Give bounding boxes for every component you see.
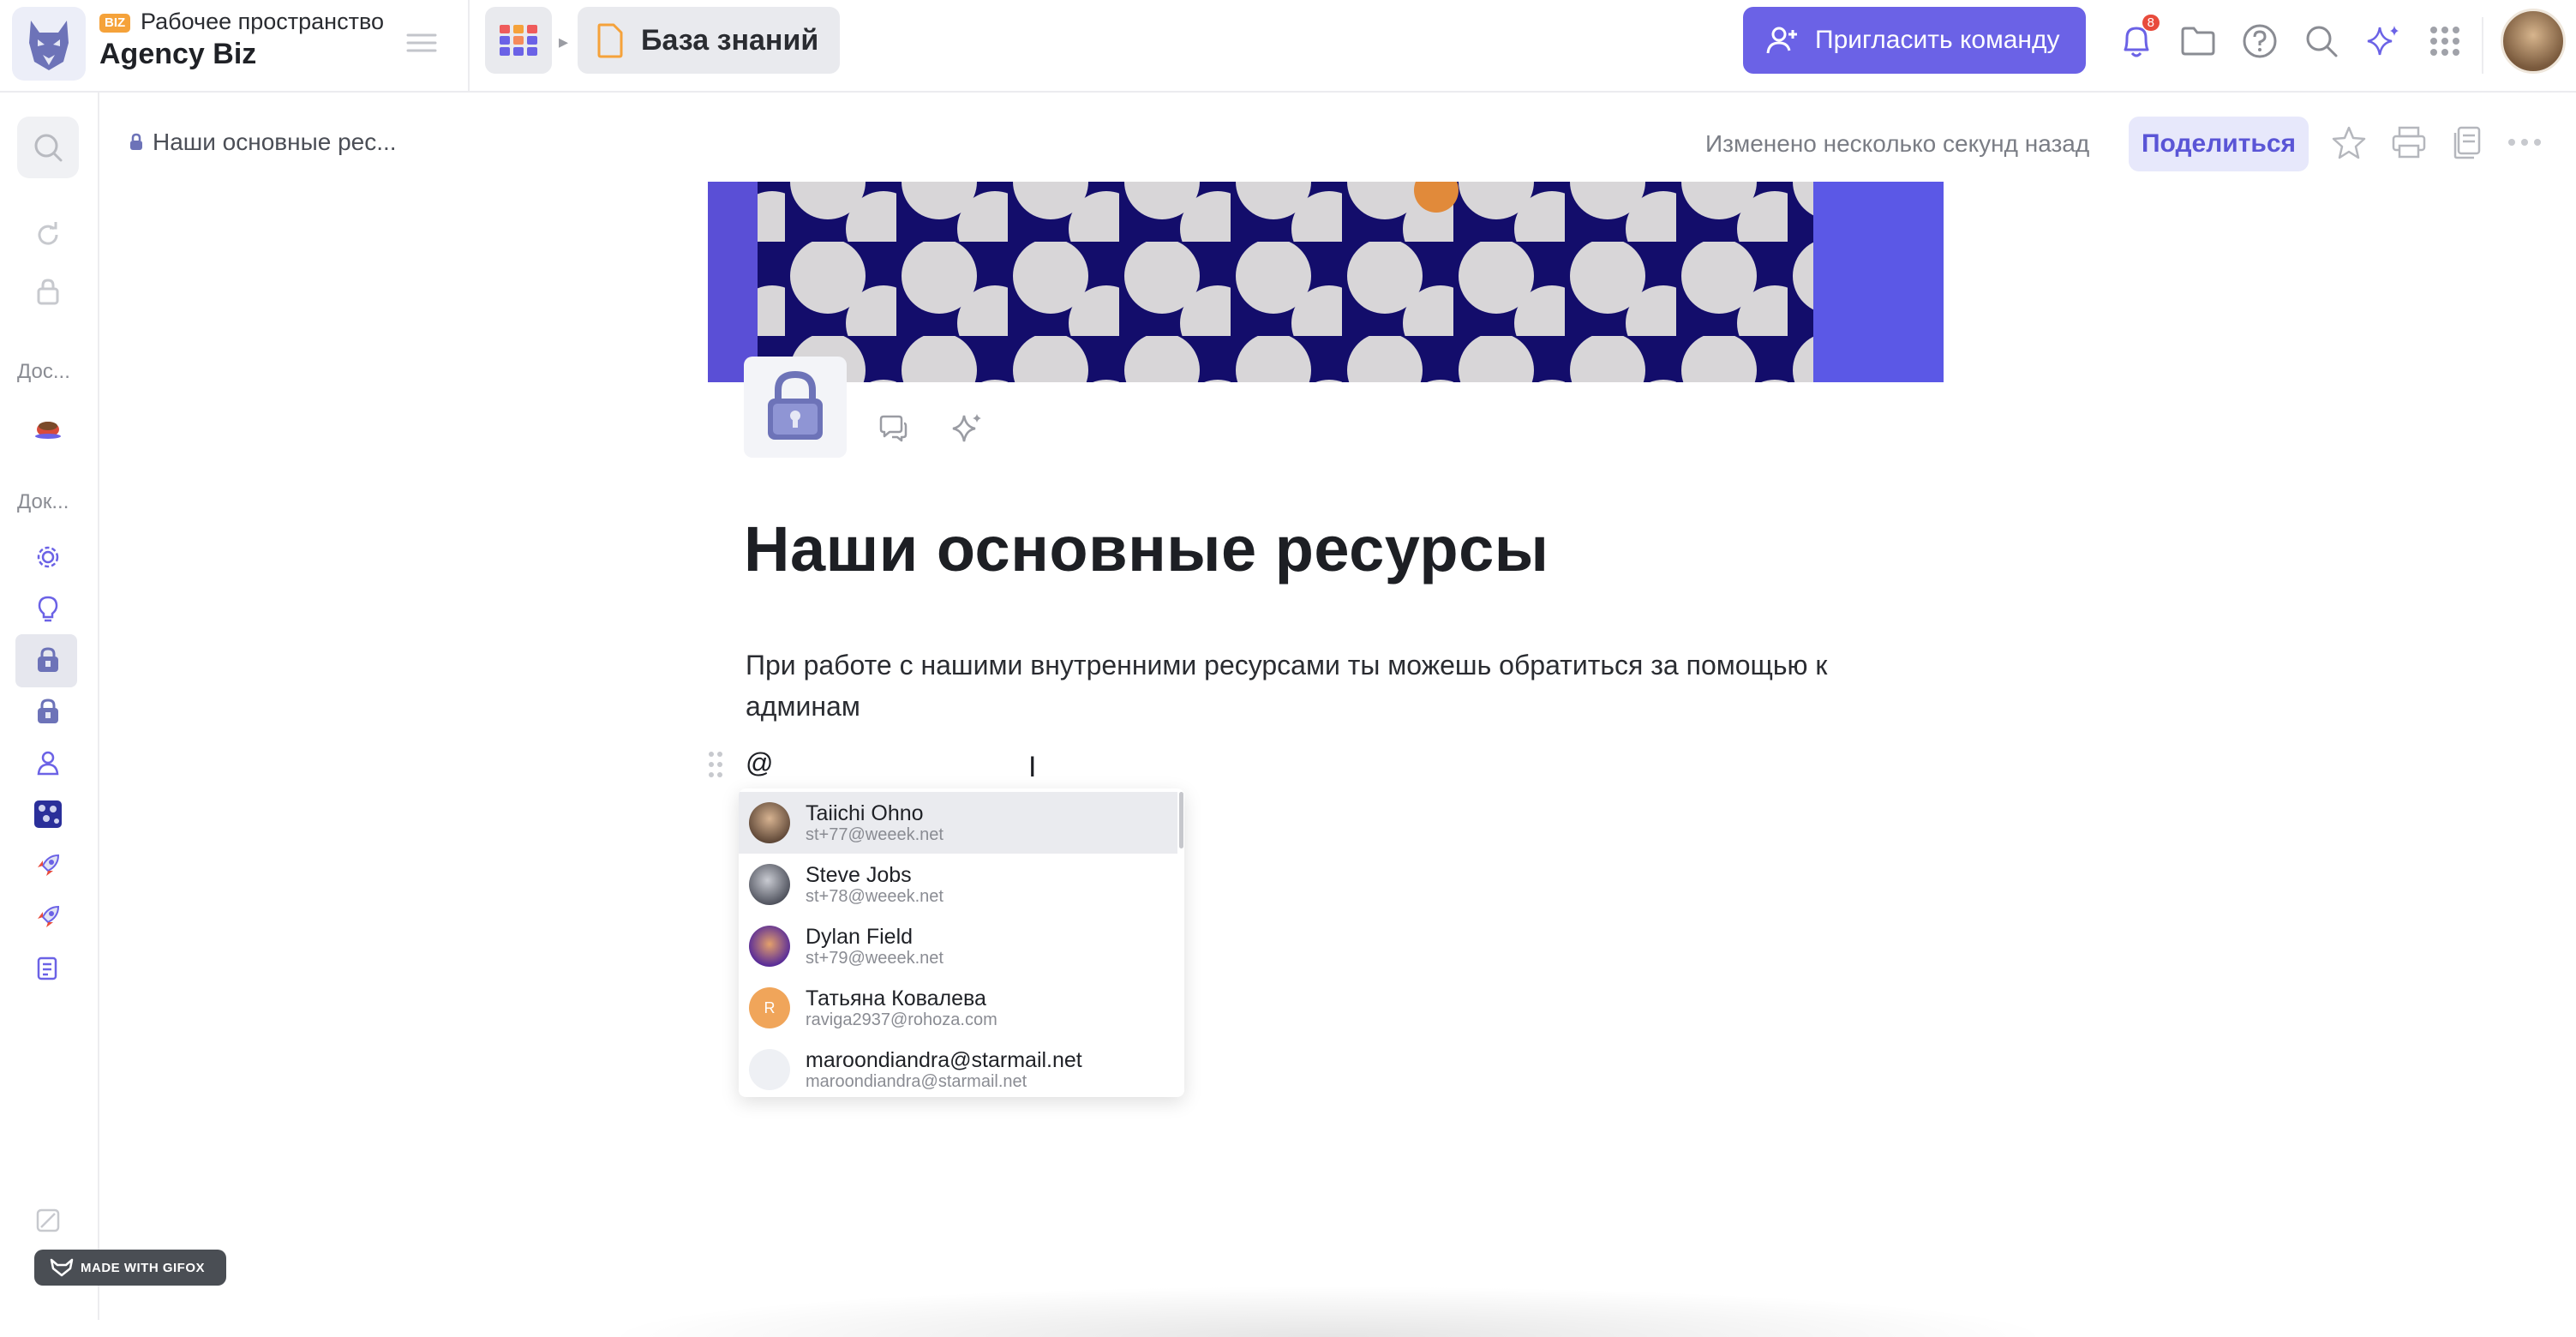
- document-icon: [597, 23, 623, 58]
- mention-name: maroondiandra@starmail.net: [806, 1048, 1082, 1072]
- printer-icon[interactable]: [2391, 125, 2427, 159]
- rail-section-label: Дос...: [17, 360, 70, 383]
- mention-option-text: Taiichi Ohno st+77@weeek.net: [806, 801, 944, 844]
- padlock-icon: [768, 370, 823, 440]
- knowledge-base-label: База знаний: [641, 23, 819, 57]
- rail-section-label: Док...: [17, 490, 69, 513]
- hamburger-menu-icon[interactable]: [404, 26, 439, 60]
- lock-icon[interactable]: [31, 274, 65, 309]
- page-title[interactable]: Наши основные ресурсы: [744, 513, 1549, 585]
- divider: [2482, 17, 2483, 74]
- list-doc-icon[interactable]: [31, 951, 65, 986]
- add-user-icon: [1766, 27, 1797, 54]
- top-toolbar: 8: [2117, 15, 2465, 67]
- paragraph-block[interactable]: При работе с нашими внутренними ресурсам…: [746, 645, 1894, 727]
- mention-input[interactable]: @: [746, 747, 773, 779]
- person-icon[interactable]: [31, 746, 65, 780]
- mention-name: Taiichi Ohno: [806, 801, 924, 825]
- mention-option[interactable]: Taiichi Ohno st+77@weeek.net: [739, 792, 1177, 854]
- divider: [468, 0, 470, 91]
- avatar: [749, 802, 790, 843]
- mention-option[interactable]: Steve Jobs st+78@weeek.net: [739, 854, 1177, 915]
- knowledge-base-tab[interactable]: База знаний: [578, 7, 840, 74]
- workspace-logo[interactable]: [12, 7, 86, 81]
- drag-handle-icon[interactable]: [708, 751, 723, 782]
- gifox-watermark: MADE WITH GIFOX: [34, 1250, 226, 1286]
- rocket-icon[interactable]: [31, 848, 65, 883]
- invite-team-button[interactable]: Пригласить команду: [1743, 7, 2086, 74]
- user-avatar[interactable]: [2501, 9, 2566, 74]
- mention-name: Steve Jobs: [806, 863, 912, 887]
- gear-icon[interactable]: [31, 540, 65, 574]
- star-icon[interactable]: [2331, 125, 2367, 159]
- mention-name: Татьяна Ковалева: [806, 986, 986, 1010]
- mention-option-text: Татьяна Ковалева raviga2937@rohoza.com: [806, 986, 997, 1029]
- mention-dropdown: Taiichi Ohno st+77@weeek.net Steve Jobs …: [739, 788, 1184, 1097]
- mention-email: maroondiandra@starmail.net: [806, 1072, 1027, 1091]
- workspace-label: Рабочее пространство: [141, 9, 385, 34]
- rocket-icon[interactable]: [31, 900, 65, 934]
- search-icon[interactable]: [2302, 21, 2341, 61]
- document-toolbar: [2331, 125, 2542, 159]
- mention-option-text: maroondiandra@starmail.net maroondiandra…: [806, 1048, 1082, 1091]
- more-icon[interactable]: [2507, 137, 2542, 147]
- apps-button[interactable]: [485, 7, 552, 74]
- search-icon: [34, 134, 63, 162]
- text-cursor-icon: I: [1028, 751, 1037, 783]
- mention-email: st+79@weeek.net: [806, 949, 944, 968]
- mention-option[interactable]: R Татьяна Ковалева raviga2937@rohoza.com: [739, 977, 1177, 1039]
- mention-email: st+77@weeek.net: [806, 825, 944, 844]
- avatar: R: [749, 987, 790, 1028]
- refresh-icon[interactable]: [31, 218, 65, 252]
- help-icon[interactable]: [2240, 21, 2279, 61]
- sparkle-icon[interactable]: [2363, 21, 2403, 61]
- bell-icon[interactable]: 8: [2117, 15, 2160, 61]
- polka-dot-cover-graphic: [708, 182, 1944, 382]
- workspace-name[interactable]: Agency Biz: [99, 38, 256, 71]
- lightbulb-icon[interactable]: [31, 591, 65, 626]
- rail-search-button[interactable]: [17, 117, 79, 178]
- notifications-badge: 8: [2142, 15, 2160, 31]
- lock-doc-icon: [130, 133, 142, 150]
- comment-icon[interactable]: [874, 411, 912, 446]
- mention-option[interactable]: Dylan Field st+79@weeek.net: [739, 915, 1177, 977]
- gifox-label: MADE WITH GIFOX: [81, 1260, 205, 1275]
- mention-option-text: Steve Jobs st+78@weeek.net: [806, 863, 944, 906]
- avatar: [749, 864, 790, 905]
- biz-badge: BIZ: [99, 14, 131, 33]
- ai-sparkle-icon[interactable]: [948, 411, 985, 446]
- mention-name: Dylan Field: [806, 925, 914, 949]
- apps-grid-icon[interactable]: [2425, 21, 2465, 61]
- invite-team-label: Пригласить команду: [1815, 26, 2060, 54]
- avatar: [749, 1049, 790, 1090]
- mention-email: raviga2937@rohoza.com: [806, 1010, 997, 1029]
- breadcrumb-label: Наши основные рес...: [153, 129, 397, 155]
- cover-image[interactable]: [708, 182, 1944, 382]
- share-button[interactable]: Поделиться: [2129, 117, 2309, 171]
- mention-option[interactable]: maroondiandra@starmail.net maroondiandra…: [739, 1039, 1177, 1097]
- mention-option-text: Dylan Field st+79@weeek.net: [806, 925, 944, 968]
- bottom-shadow: [600, 1286, 2057, 1337]
- page-emoji[interactable]: [744, 357, 847, 458]
- lock-doc-icon[interactable]: [31, 694, 65, 728]
- copy-icon[interactable]: [2451, 125, 2483, 159]
- breadcrumb-arrow-icon: ▸: [559, 31, 569, 52]
- collapse-sidebar-icon[interactable]: [31, 1203, 65, 1238]
- mention-email: st+78@weeek.net: [806, 887, 944, 906]
- last-modified-status: Изменено несколько секунд назад: [1705, 130, 2090, 157]
- avatar: [749, 926, 790, 967]
- folder-icon[interactable]: [2178, 21, 2218, 61]
- lock-doc-icon[interactable]: [31, 643, 65, 677]
- wolf-logo-icon: [29, 21, 69, 70]
- breadcrumb[interactable]: Наши основные рес...: [129, 129, 397, 156]
- fox-logo-icon: [50, 1258, 74, 1277]
- dropdown-scrollbar[interactable]: [1179, 792, 1183, 848]
- coffee-icon[interactable]: [31, 410, 65, 444]
- pattern-image-icon[interactable]: [31, 797, 65, 831]
- avatar-initial: R: [764, 998, 776, 1016]
- colored-grid-icon: [500, 25, 537, 56]
